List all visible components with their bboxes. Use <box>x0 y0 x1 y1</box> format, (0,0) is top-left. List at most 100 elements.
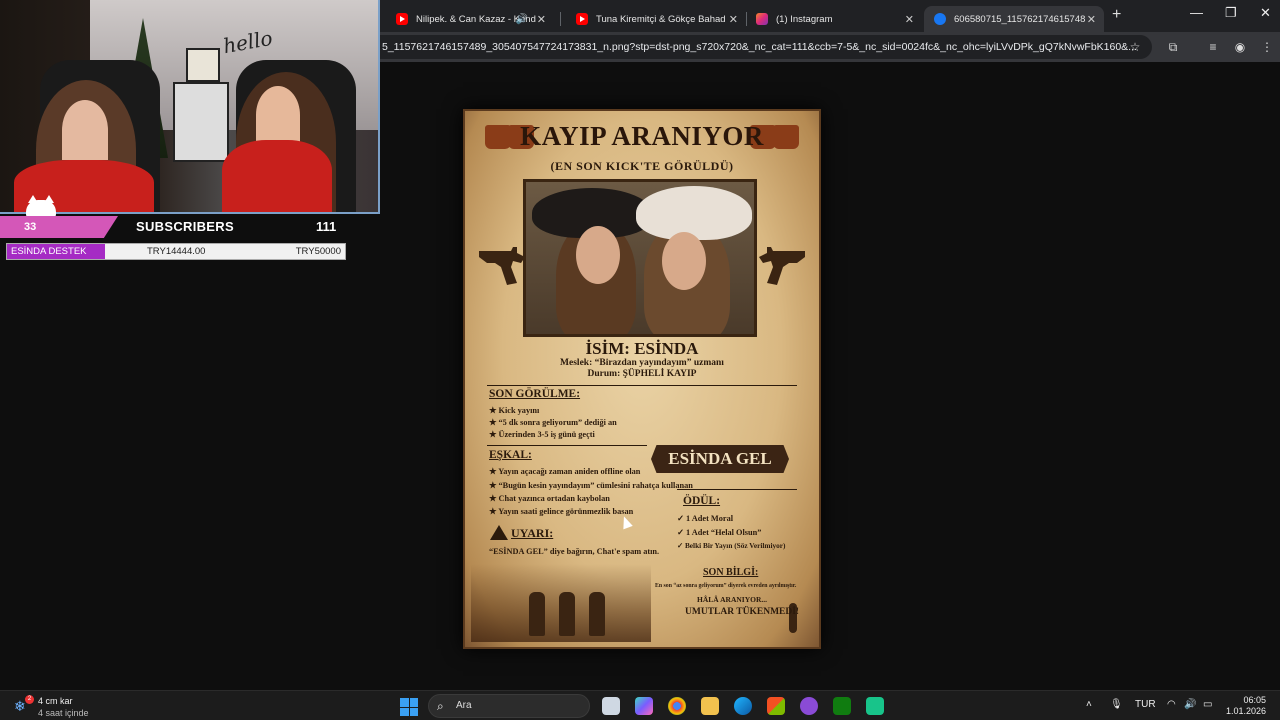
divider <box>677 489 797 490</box>
divider <box>487 445 647 446</box>
store-icon[interactable] <box>767 697 785 715</box>
warning-heading: UYARI: <box>511 526 554 540</box>
obs-icon[interactable] <box>800 697 818 715</box>
list-item: ✓ Belki Bir Yayın (Söz Verilmiyor) <box>677 541 786 550</box>
language-indicator[interactable]: TUR <box>1135 699 1156 710</box>
address-bar[interactable]: 5_1157621746157489_305407547724173831_n.… <box>380 35 1152 59</box>
list-item: ★ “Bugün kesin yayındayım” cümlesini rah… <box>489 481 693 490</box>
subscriber-label: SUBSCRIBERS <box>136 219 234 234</box>
instagram-icon <box>756 13 768 25</box>
new-tab-button[interactable]: + <box>1112 6 1121 24</box>
poster-name: İSİM: ESİNDA <box>585 339 699 358</box>
copilot-icon[interactable] <box>635 697 653 715</box>
tab-title: (1) Instagram <box>776 13 833 25</box>
browser-tab-bar: Nilipek. & Can Kazaz - Kend 🔊 ✕ Tuna Kir… <box>380 0 1280 32</box>
list-item: ★ Yayın açacağı zaman aniden offline ola… <box>489 467 641 476</box>
cat-poster <box>173 82 229 162</box>
list-item: ★ Chat yazınca ortadan kaybolan <box>489 494 610 503</box>
chevron-up-icon[interactable]: ˄ <box>1086 699 1092 710</box>
reward-heading: ÖDÜL: <box>683 495 721 507</box>
close-icon[interactable]: ✕ <box>537 13 546 26</box>
task-view-icon[interactable] <box>602 697 620 715</box>
close-icon[interactable]: ✕ <box>1087 13 1096 26</box>
tab-title: 606580715_115762174615748 <box>954 13 1086 25</box>
revolver-icon <box>759 247 805 285</box>
face-right <box>662 232 706 290</box>
info-heading: SON BİLGİ: <box>703 567 759 578</box>
face-right <box>256 86 300 144</box>
menu-icon[interactable]: ⋮ <box>1260 40 1274 54</box>
subscriber-badge <box>0 216 118 238</box>
windows-start-icon[interactable] <box>400 698 418 716</box>
chrome-icon[interactable] <box>668 697 686 715</box>
poster-banner: ESİNDA GEL <box>651 445 789 473</box>
poster-status: Durum: ŞÜPHELİ KAYIP <box>587 369 697 379</box>
volume-icon[interactable]: 🔊 <box>1184 699 1196 710</box>
tab-youtube-1[interactable]: Nilipek. & Can Kazaz - Kend 🔊 ✕ <box>386 6 554 32</box>
subscriber-bar: 33 SUBSCRIBERS 111 <box>0 216 346 238</box>
donation-label: ESİNDA DESTEK <box>11 246 87 257</box>
search-icon: ⌕ <box>437 699 444 713</box>
red-outfit <box>222 140 332 212</box>
face-left <box>576 226 620 284</box>
revolver-icon <box>479 247 525 285</box>
tab-title: Tuna Kiremitçi & Gökçe Bahad <box>596 13 726 25</box>
tab-separator <box>560 12 561 26</box>
time: 06:05 <box>1243 695 1266 705</box>
subscriber-number: 33 <box>24 221 37 233</box>
poster-job: Meslek: “Birazdan yayındayım” uzmanı <box>560 358 724 368</box>
minimize-button[interactable]: — <box>1190 5 1203 20</box>
notification-badge: 2 <box>25 695 34 704</box>
donation-goal-bar: ESİNDA DESTEK TRY14444.00 TRY50000 <box>6 243 346 260</box>
weather-condition[interactable]: 4 saat içinde <box>38 708 89 718</box>
facebook-icon <box>934 13 946 25</box>
youtube-icon <box>576 13 588 25</box>
windows-taskbar: ❄ 2 4 cm kar 4 saat içinde ⌕ Ara ˄ 🎙 TUR… <box>0 690 1280 720</box>
youtube-icon <box>396 13 408 25</box>
file-explorer-icon[interactable] <box>701 697 719 715</box>
close-window-button[interactable]: ✕ <box>1260 5 1271 21</box>
poster-subtitle: (EN SON KICK'TE GÖRÜLDÜ) <box>550 159 734 173</box>
donation-current: TRY14444.00 <box>147 246 206 257</box>
extensions-icon[interactable]: ⧉ <box>1166 40 1180 54</box>
duck-frame <box>186 48 220 82</box>
info-line: UMUTLAR TÜKENMEDİ! <box>685 607 800 617</box>
subscriber-count: 111 <box>316 219 337 234</box>
info-line: HÂLÂ ARANIYOR... <box>697 595 768 604</box>
poster-title: KAYIP ARANIYOR <box>520 121 764 151</box>
cowboys-illustration <box>471 564 651 642</box>
last-seen-heading: SON GÖRÜLME: <box>489 388 581 400</box>
tab-youtube-2[interactable]: Tuna Kiremitçi & Gökçe Bahad ✕ <box>566 6 746 32</box>
close-icon[interactable]: ✕ <box>905 13 914 26</box>
app-icon[interactable] <box>866 697 884 715</box>
xbox-icon[interactable] <box>833 697 851 715</box>
warning-icon <box>490 525 508 540</box>
media-control-icon[interactable]: ≡ <box>1206 40 1220 54</box>
profile-icon[interactable]: ◉ <box>1233 40 1247 54</box>
tab-facebook-image[interactable]: 606580715_115762174615748 ✕ <box>924 6 1104 32</box>
description-heading: EŞKAL: <box>489 449 532 461</box>
wifi-icon[interactable]: ◠ <box>1167 699 1176 710</box>
close-icon[interactable]: ✕ <box>729 13 738 26</box>
battery-icon[interactable]: ▭ <box>1203 699 1212 710</box>
restore-button[interactable]: ❐ <box>1225 5 1237 21</box>
warning-text: “ESİNDA GEL” diye bağırın, Chat'e spam a… <box>489 547 660 556</box>
speaker-icon[interactable]: 🔊 <box>516 14 528 25</box>
bookmark-star-icon[interactable]: ☆ <box>1128 40 1142 54</box>
webcam-overlay: hello <box>0 0 380 214</box>
taskbar-search[interactable]: ⌕ Ara <box>428 694 590 718</box>
white-hat <box>636 186 752 240</box>
clock[interactable]: 06:05 1.01.2026 <box>1226 695 1266 717</box>
list-item: ★ Üzerinden 3-5 iş günü geçti <box>489 430 595 439</box>
wanted-poster-image[interactable]: KAYIP ARANIYOR (EN SON KICK'TE GÖRÜLDÜ) … <box>463 109 821 649</box>
weather-temp[interactable]: 4 cm kar <box>38 696 73 706</box>
microphone-icon[interactable]: 🎙 <box>1110 699 1123 710</box>
search-placeholder: Ara <box>456 700 472 711</box>
edge-icon[interactable] <box>734 697 752 715</box>
rider-silhouette <box>589 592 605 636</box>
list-item: ★ Kick yayını <box>489 406 540 415</box>
info-line: En son “az sonra geliyorum” diyerek evre… <box>655 583 797 589</box>
tab-instagram[interactable]: (1) Instagram ✕ <box>746 6 922 32</box>
face-left <box>62 100 108 160</box>
rider-silhouette <box>529 592 545 636</box>
